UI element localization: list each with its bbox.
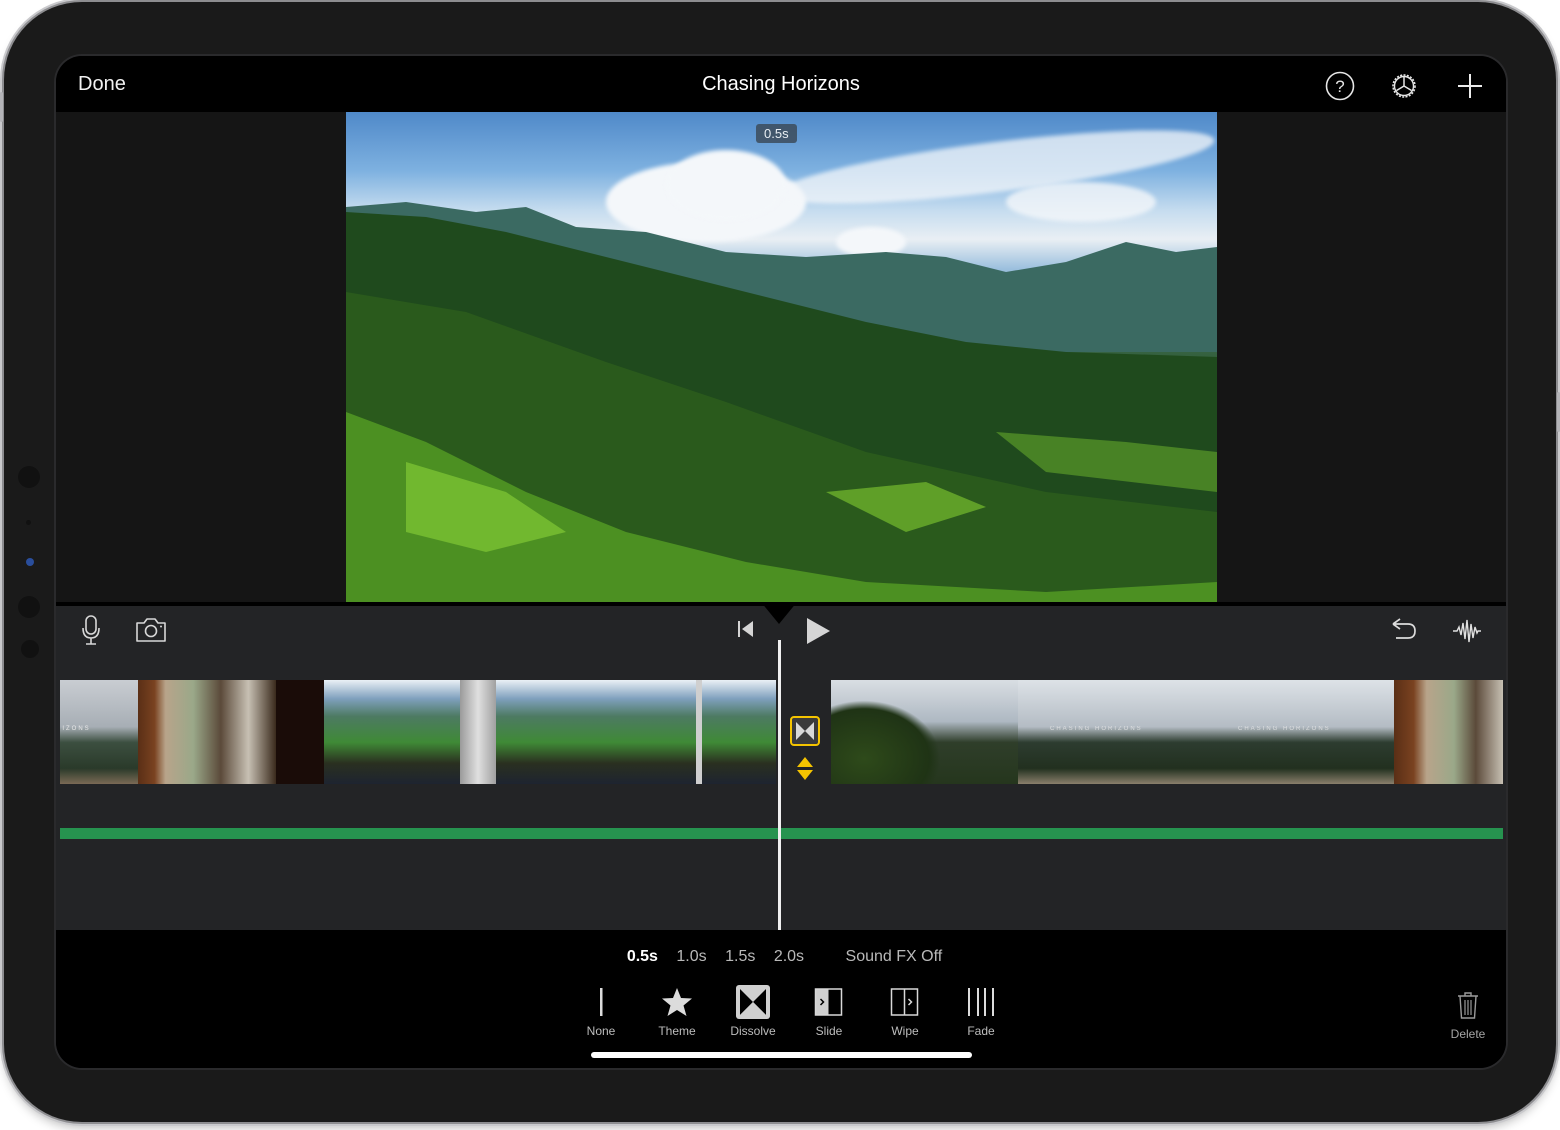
face-id-dot	[21, 640, 39, 658]
timeline-clip[interactable]: RIZONS	[60, 680, 138, 784]
camera-lens-indicator	[26, 558, 34, 566]
playhead-marker	[761, 602, 797, 624]
home-indicator[interactable]	[591, 1052, 972, 1058]
help-icon[interactable]: ?	[1324, 70, 1356, 102]
timeline-clip[interactable]: CHASING HORIZONS	[1206, 680, 1394, 784]
transition-wipe-button[interactable]: Wipe	[867, 984, 943, 1038]
trash-icon	[1458, 992, 1478, 1019]
delete-button[interactable]: Delete	[1442, 990, 1494, 1041]
transition-duration-options: 0.5s 1.0s 1.5s 2.0s Sound FX Off	[56, 948, 1506, 966]
sound-fx-toggle[interactable]: Sound FX Off	[846, 948, 943, 966]
video-preview[interactable]: 0.5s	[346, 112, 1217, 602]
timeline-clip[interactable]	[831, 680, 1018, 784]
transition-dissolve-option[interactable]: Dissolve	[715, 984, 791, 1038]
timeline-clip[interactable]	[276, 680, 324, 784]
clip-title-overlay: CHASING HORIZONS	[1238, 726, 1331, 732]
microphone-icon[interactable]	[80, 614, 102, 646]
transition-type-picker: None Theme Dissolve Slide Wipe Fade	[563, 984, 1019, 1038]
skip-to-start-icon[interactable]	[736, 619, 756, 639]
wipe-icon	[890, 988, 919, 1016]
duration-option-1.0s[interactable]: 1.0s	[676, 948, 706, 966]
audio-waveform-icon[interactable]	[1452, 616, 1482, 646]
svg-text:?: ?	[1335, 77, 1344, 96]
camera-icon[interactable]	[134, 616, 168, 644]
transition-label: Dissolve	[730, 1024, 776, 1038]
side-button	[0, 92, 3, 122]
timeline-clip[interactable]	[138, 680, 276, 784]
front-camera	[18, 466, 40, 488]
foreground-plants	[831, 700, 941, 784]
transition-label: None	[586, 1024, 616, 1038]
transition-label: Fade	[967, 1024, 995, 1038]
add-plus-icon[interactable]	[1454, 70, 1486, 102]
transition-none-button[interactable]: None	[563, 984, 639, 1038]
video-viewer: 0.5s	[56, 112, 1506, 602]
none-transition-icon	[600, 988, 603, 1016]
transition-theme-button[interactable]: Theme	[639, 984, 715, 1038]
transition-label: Slide	[815, 1024, 843, 1038]
timeline-clip[interactable]	[1394, 680, 1503, 784]
duration-option-1.5s[interactable]: 1.5s	[725, 948, 755, 966]
duration-option-0.5s[interactable]: 0.5s	[627, 948, 658, 966]
hammock-curtain	[696, 680, 702, 784]
duration-option-2.0s[interactable]: 2.0s	[774, 948, 804, 966]
project-title: Chasing Horizons	[702, 73, 860, 95]
fade-icon	[968, 988, 994, 1016]
clips-before-transition: RIZONS	[60, 680, 776, 784]
expand-transition-arrows-icon[interactable]	[794, 756, 816, 782]
transition-label: Theme	[658, 1024, 696, 1038]
playhead-line[interactable]	[778, 640, 781, 930]
clip-title-overlay: RIZONS	[60, 726, 91, 732]
delete-label: Delete	[1450, 1027, 1486, 1041]
timeline-clip[interactable]	[324, 680, 512, 784]
dissolve-icon	[796, 722, 814, 740]
camera-sensor	[26, 520, 31, 525]
clip-title-overlay: CHASING HORIZONS	[1050, 726, 1143, 732]
mountain-landscape	[346, 202, 1217, 602]
transition-dissolve-button[interactable]	[790, 716, 820, 746]
play-icon[interactable]	[804, 617, 832, 645]
navigation-bar: Done Chasing Horizons ?	[56, 56, 1506, 112]
app-screen: Done Chasing Horizons ? 0.5s IZONS CHASI…	[56, 56, 1506, 1068]
settings-gear-icon[interactable]	[1388, 70, 1420, 102]
transition-settings-panel: 0.5s 1.0s 1.5s 2.0s Sound FX Off None Th…	[56, 930, 1506, 1068]
transition-label: Wipe	[891, 1024, 919, 1038]
star-icon	[662, 988, 692, 1016]
dissolve-icon	[736, 985, 770, 1019]
duration-badge: 0.5s	[756, 124, 797, 143]
clips-after-transition: CHASING HORIZONS CHASING HORIZONS	[831, 680, 1503, 784]
transition-fade-button[interactable]: Fade	[943, 984, 1019, 1038]
background-music-track[interactable]	[60, 828, 1503, 839]
timeline-clip[interactable]	[512, 680, 776, 784]
slide-icon	[814, 988, 843, 1016]
hammock-curtain	[460, 680, 496, 784]
undo-icon[interactable]	[1390, 617, 1418, 643]
face-id-sensor	[18, 596, 40, 618]
timeline-clip[interactable]: CHASING HORIZONS	[1018, 680, 1206, 784]
transition-slide-button[interactable]: Slide	[791, 984, 867, 1038]
